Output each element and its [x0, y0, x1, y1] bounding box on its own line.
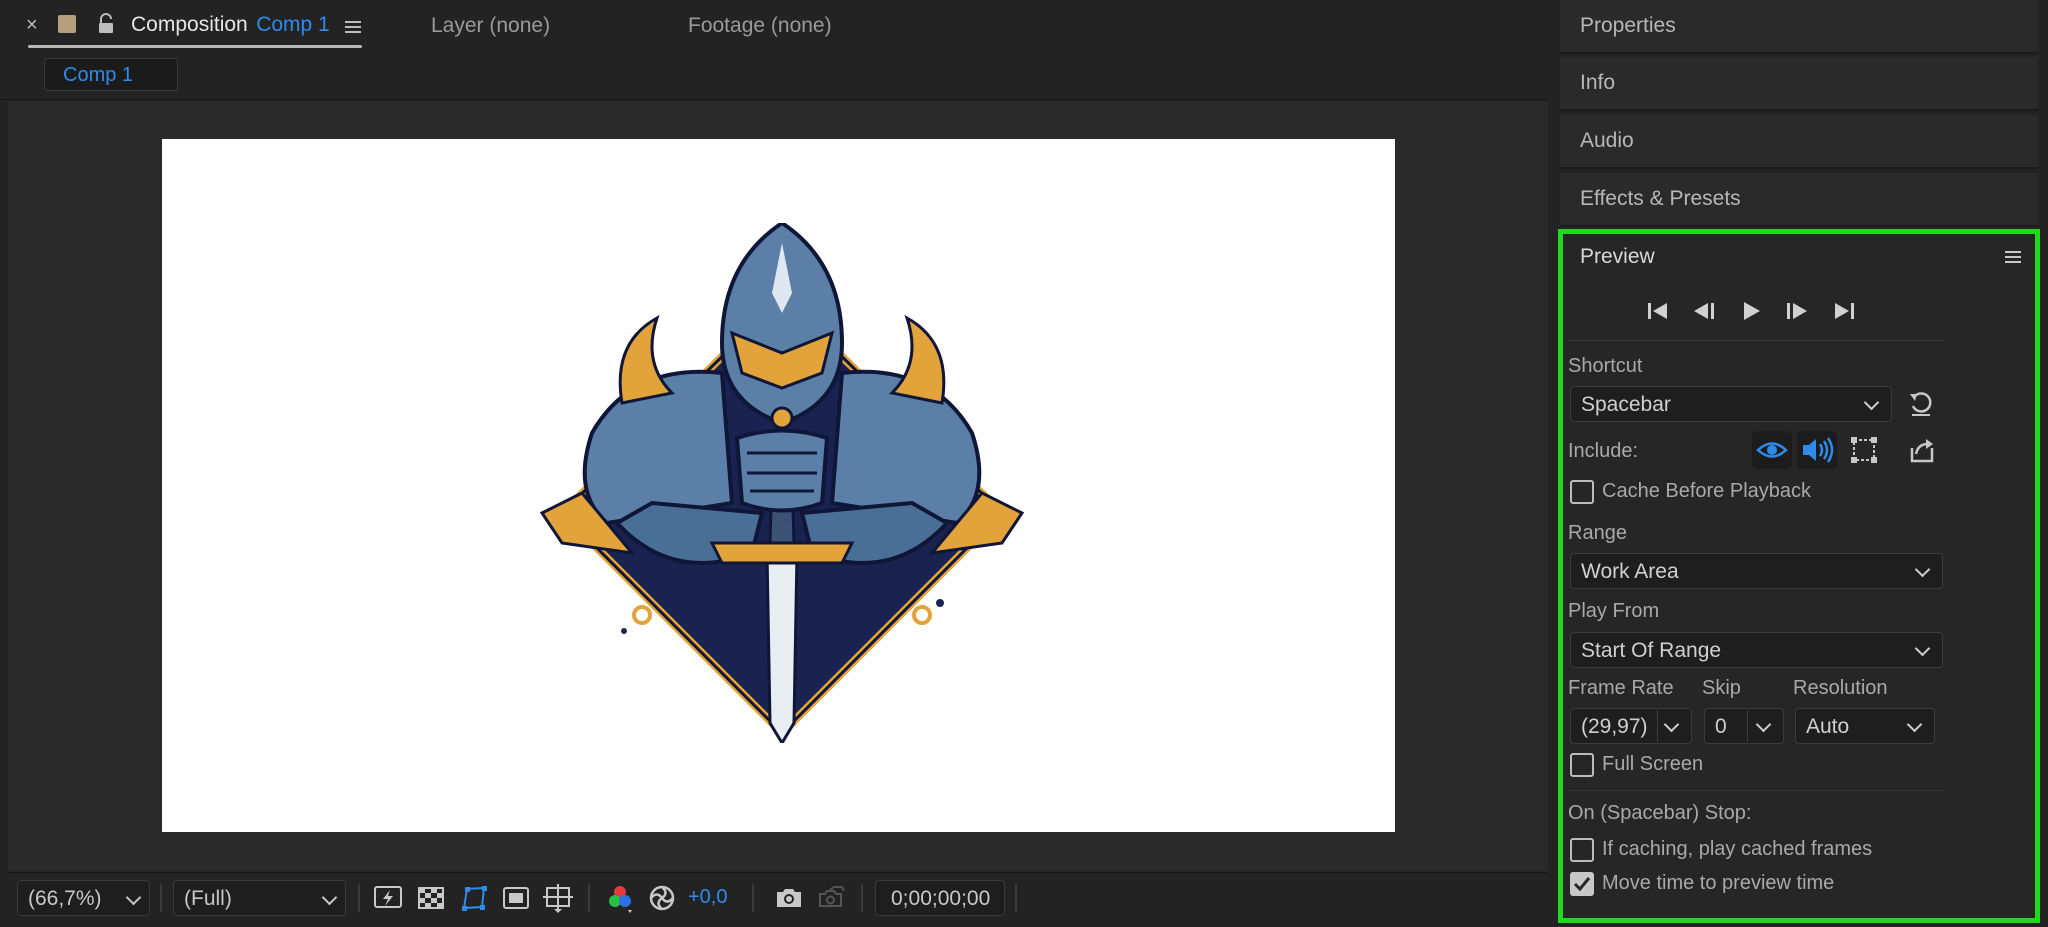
- snapshot-camera-icon[interactable]: [773, 882, 805, 914]
- range-label: Range: [1568, 522, 1627, 544]
- toolbar-divider: [588, 884, 590, 912]
- full-screen-label: Full Screen: [1602, 753, 1704, 775]
- shortcut-label: Shortcut: [1568, 355, 1643, 377]
- active-tab-underline: [28, 45, 362, 48]
- knight-artwork: [539, 223, 1025, 743]
- resolution-preview-value: Auto: [1806, 715, 1850, 738]
- play-from-label: Play From: [1568, 600, 1660, 622]
- current-time-display[interactable]: 0;00;00;00: [875, 880, 1005, 916]
- divider: [1568, 340, 1944, 341]
- range-value: Work Area: [1581, 560, 1679, 583]
- dropdown-divider: [1657, 710, 1658, 742]
- skip-dropdown[interactable]: 0: [1704, 708, 1784, 744]
- if-caching-checkbox[interactable]: [1570, 838, 1594, 862]
- divider: [1568, 790, 1944, 791]
- resolution-preview-dropdown[interactable]: Auto: [1795, 708, 1935, 744]
- last-frame-icon[interactable]: [1829, 296, 1859, 326]
- preview-menu-icon[interactable]: [2005, 250, 2021, 264]
- include-video-toggle[interactable]: [1752, 431, 1792, 469]
- panel-effects-presets[interactable]: Effects & Presets: [1560, 173, 2038, 227]
- grid-guides-icon[interactable]: [542, 882, 574, 914]
- frame-rate-label: Frame Rate: [1568, 677, 1674, 699]
- zoom-dropdown[interactable]: (66,7%): [17, 880, 150, 916]
- toolbar-divider: [1015, 884, 1017, 912]
- include-audio-toggle[interactable]: [1797, 431, 1837, 469]
- video-eye-icon: [1756, 442, 1788, 458]
- include-overlays-toggle[interactable]: [1844, 431, 1884, 469]
- toolbar-divider: [160, 884, 162, 912]
- prev-frame-icon[interactable]: [1689, 296, 1719, 326]
- exposure-value[interactable]: +0,0: [688, 886, 727, 909]
- resolution-value: (Full): [184, 887, 232, 910]
- skip-label: Skip: [1702, 677, 1741, 699]
- toolbar-divider: [861, 884, 863, 912]
- frame-rate-value: (29,97): [1581, 715, 1648, 738]
- export-icon[interactable]: [1908, 436, 1936, 464]
- range-dropdown[interactable]: Work Area: [1570, 553, 1943, 589]
- play-from-value: Start Of Range: [1581, 639, 1722, 662]
- panel-audio[interactable]: Audio: [1560, 115, 2038, 169]
- composition-canvas[interactable]: [162, 139, 1395, 832]
- overlay-bounds-icon: [1851, 437, 1877, 463]
- on-stop-label: On (Spacebar) Stop:: [1568, 802, 1752, 824]
- timecode-value: 0;00;00;00: [891, 887, 991, 910]
- first-frame-icon[interactable]: [1643, 296, 1673, 326]
- checkmark-icon: [1573, 877, 1591, 892]
- exposure-icon[interactable]: [646, 882, 678, 914]
- lock-icon[interactable]: [96, 13, 116, 35]
- panel-info-title: Info: [1580, 71, 1616, 94]
- composition-tab-bar: × Composition Comp 1 Layer (none) Footag…: [0, 0, 1548, 55]
- color-channels-icon[interactable]: [604, 882, 636, 914]
- cache-before-playback-label: Cache Before Playback: [1602, 480, 1812, 502]
- solid-color-icon: [58, 15, 76, 33]
- panel-audio-title: Audio: [1580, 129, 1634, 152]
- full-screen-checkbox[interactable]: [1570, 753, 1594, 777]
- zoom-value: (66,7%): [28, 887, 102, 910]
- resolution-dropdown[interactable]: (Full): [173, 880, 346, 916]
- move-time-label: Move time to preview time: [1602, 872, 1835, 894]
- panel-properties-title: Properties: [1580, 14, 1676, 37]
- close-icon[interactable]: ×: [26, 14, 38, 37]
- include-label: Include:: [1568, 440, 1639, 462]
- region-of-interest-icon[interactable]: [500, 882, 532, 914]
- fast-preview-icon[interactable]: [372, 882, 404, 914]
- composition-breadcrumb-bar: [0, 55, 1548, 100]
- shortcut-dropdown[interactable]: Spacebar: [1570, 386, 1892, 422]
- move-time-checkbox[interactable]: [1570, 872, 1594, 896]
- transparency-grid-icon[interactable]: [415, 882, 447, 914]
- frame-rate-dropdown[interactable]: (29,97): [1570, 708, 1692, 744]
- toolbar-divider: [358, 884, 360, 912]
- play-icon[interactable]: [1736, 296, 1766, 326]
- preview-panel-title: Preview: [1580, 245, 1655, 268]
- play-from-dropdown[interactable]: Start Of Range: [1570, 632, 1943, 668]
- resolution-label: Resolution: [1793, 677, 1888, 699]
- reset-icon[interactable]: [1907, 390, 1935, 418]
- audio-speaker-icon: [1803, 437, 1834, 463]
- tab-layer[interactable]: Layer (none): [431, 14, 550, 38]
- toolbar-divider: [752, 884, 754, 912]
- skip-value: 0: [1715, 715, 1727, 738]
- cache-before-playback-checkbox[interactable]: [1570, 480, 1594, 504]
- tab-composition-label: Composition: [131, 13, 248, 36]
- panel-properties[interactable]: Properties: [1560, 0, 2038, 54]
- next-frame-icon[interactable]: [1782, 296, 1812, 326]
- tab-composition-name: Comp 1: [256, 13, 330, 36]
- tab-composition[interactable]: Composition Comp 1: [131, 13, 330, 37]
- panel-effects-presets-title: Effects & Presets: [1580, 187, 1741, 210]
- breadcrumb-comp[interactable]: Comp 1: [44, 58, 178, 91]
- show-snapshot-icon[interactable]: [816, 882, 848, 914]
- mask-path-icon[interactable]: [458, 882, 490, 914]
- tab-footage[interactable]: Footage (none): [688, 14, 832, 38]
- dropdown-divider: [1747, 710, 1748, 742]
- panel-info[interactable]: Info: [1560, 57, 2038, 111]
- shortcut-value: Spacebar: [1581, 393, 1671, 416]
- if-caching-label: If caching, play cached frames: [1602, 838, 1873, 860]
- menu-icon[interactable]: [345, 20, 361, 34]
